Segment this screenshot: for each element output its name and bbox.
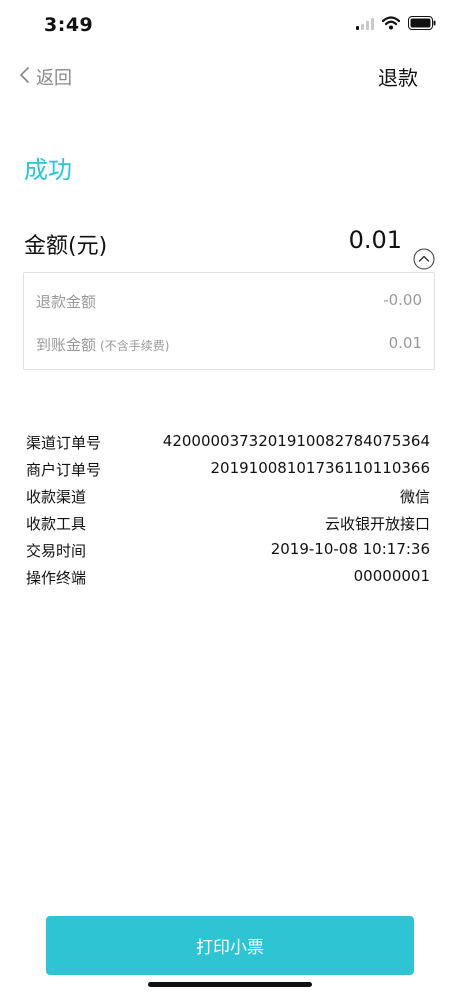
info-value: 4200000373201910082784075364 [162,432,430,450]
info-label: 渠道订单号 [26,434,102,452]
info-label: 交易时间 [26,542,87,560]
battery-icon [408,15,436,34]
info-row-terminal: 操作终端 00000001 [26,567,430,594]
info-value: 20191008101736110110366 [210,459,431,477]
info-row-channel-order: 渠道订单号 4200000373201910082784075364 [26,432,430,459]
wifi-icon [381,15,401,34]
info-row-payment-tool: 收款工具 云收银开放接口 [26,513,430,540]
print-receipt-button[interactable]: 打印小票 [46,916,414,975]
info-label: 收款渠道 [26,488,87,506]
info-label: 收款工具 [26,515,87,533]
info-value: 云收银开放接口 [324,515,430,533]
signal-icon [356,15,374,34]
info-label: 操作终端 [26,569,87,587]
detail-note: (不含手续费) [100,339,170,353]
amount-row: 金额(元) 0.01 [24,226,404,260]
back-label: 返回 [36,68,72,89]
detail-row-refund-amount: 退款金额 -0.00 [36,291,422,315]
info-row-merchant-order: 商户订单号 20191008101736110110366 [26,459,430,486]
collapse-toggle-icon[interactable] [413,248,435,270]
detail-value: 0.01 [388,334,422,352]
home-indicator [148,982,312,987]
chevron-left-icon [18,66,30,89]
nav-bar: 返回 退款 [0,56,460,96]
status-time: 3:49 [44,14,94,36]
amount-detail-box: 退款金额 -0.00 到账金额 (不含手续费) 0.01 [23,272,435,370]
detail-value: -0.00 [383,291,422,309]
info-value: 00000001 [353,567,430,585]
info-row-transaction-time: 交易时间 2019-10-08 10:17:36 [26,540,430,567]
back-button[interactable]: 返回 [18,64,72,90]
amount-value: 0.01 [348,226,402,254]
detail-row-received-amount: 到账金额 (不含手续费) 0.01 [36,334,422,358]
refund-button[interactable]: 退款 [378,62,418,91]
detail-label: 退款金额 [36,293,97,311]
info-value: 2019-10-08 10:17:36 [270,540,430,558]
amount-label: 金额(元) [24,234,108,259]
detail-label: 到账金额 (不含手续费) [36,336,170,354]
info-value: 微信 [399,488,430,506]
info-row-payment-channel: 收款渠道 微信 [26,486,430,513]
result-status: 成功 [24,156,72,184]
status-bar: 3:49 [0,0,460,50]
info-label: 商户订单号 [26,461,102,479]
status-icons [356,15,436,34]
transaction-info-list: 渠道订单号 4200000373201910082784075364 商户订单号… [26,432,430,594]
